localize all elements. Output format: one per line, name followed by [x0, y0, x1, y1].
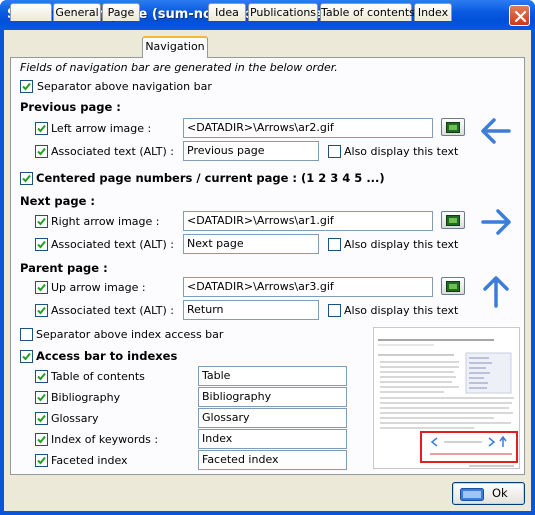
- tab-general[interactable]: General: [53, 3, 101, 21]
- index-row-label: Index of keywords :: [51, 433, 159, 446]
- separator-index-checkbox[interactable]: [20, 328, 33, 341]
- up-arrow-image-input[interactable]: <DATADIR>\Arrows\ar3.gif: [183, 277, 433, 297]
- up-arrow-checkbox[interactable]: [35, 281, 48, 294]
- ok-icon: [460, 488, 484, 501]
- left-arrow-browse-button[interactable]: [441, 118, 465, 136]
- page-preview-image: [373, 327, 520, 469]
- previous-alt-input[interactable]: Previous page: [183, 141, 319, 161]
- right-arrow-checkbox[interactable]: [35, 215, 48, 228]
- index-row-checkbox[interactable]: [35, 370, 48, 383]
- index-row-input[interactable]: Glossary: [198, 408, 347, 428]
- left-arrow-label: Left arrow image :: [51, 122, 152, 135]
- left-arrow-image-input[interactable]: <DATADIR>\Arrows\ar2.gif: [183, 118, 433, 138]
- previous-alt-label: Associated text (ALT) :: [51, 145, 174, 158]
- index-row-checkbox[interactable]: [35, 412, 48, 425]
- order-note: Fields of navigation bar are generated i…: [20, 61, 338, 74]
- parent-also-display-label: Also display this text: [344, 304, 459, 317]
- next-alt-checkbox[interactable]: [35, 238, 48, 251]
- tab-blank[interactable]: [10, 3, 52, 21]
- index-row-checkbox[interactable]: [35, 454, 48, 467]
- next-page-heading: Next page :: [20, 194, 95, 208]
- right-arrow-browse-button[interactable]: [441, 211, 465, 229]
- separator-index-label: Separator above index access bar: [36, 328, 224, 341]
- separator-nav-checkbox[interactable]: [20, 80, 33, 93]
- tab-page[interactable]: Page: [102, 3, 140, 21]
- tab-table-of-contents[interactable]: Table of contents: [320, 3, 415, 21]
- tab-label: Navigation: [145, 40, 205, 53]
- right-arrow-image-input[interactable]: <DATADIR>\Arrows\ar1.gif: [183, 211, 433, 231]
- index-row-input[interactable]: Table: [198, 366, 347, 386]
- dialog-window: Structure template (sum-november-2007.em…: [0, 0, 535, 515]
- previous-alt-checkbox[interactable]: [35, 145, 48, 158]
- close-button[interactable]: [509, 5, 530, 26]
- index-row-label: Faceted index: [51, 454, 128, 467]
- parent-also-display-checkbox[interactable]: [328, 304, 341, 317]
- index-row-label: Table of contents: [51, 370, 145, 383]
- index-row-checkbox[interactable]: [35, 433, 48, 446]
- parent-alt-label: Associated text (ALT) :: [51, 304, 174, 317]
- right-arrow-label: Right arrow image :: [51, 215, 160, 228]
- next-also-display-checkbox[interactable]: [328, 238, 341, 251]
- preview-illustration: [374, 328, 519, 468]
- tab-navigation[interactable]: Navigation: [142, 36, 208, 58]
- tab-idea[interactable]: Idea: [208, 3, 246, 21]
- parent-alt-checkbox[interactable]: [35, 304, 48, 317]
- index-row-input[interactable]: Faceted index: [198, 450, 347, 470]
- left-arrow-checkbox[interactable]: [35, 122, 48, 135]
- next-alt-label: Associated text (ALT) :: [51, 238, 174, 251]
- ok-label: Ok: [492, 486, 508, 500]
- parent-page-heading: Parent page :: [20, 261, 108, 275]
- previous-also-display-checkbox[interactable]: [328, 145, 341, 158]
- access-bar-checkbox[interactable]: [20, 350, 33, 363]
- access-bar-label: Access bar to indexes: [36, 349, 178, 363]
- centered-page-numbers-checkbox[interactable]: [20, 172, 33, 185]
- tab-label: Idea: [215, 6, 239, 19]
- up-arrow-icon: [483, 276, 509, 308]
- up-arrow-browse-button[interactable]: [441, 277, 465, 295]
- centered-page-numbers-label: Centered page numbers / current page : (…: [36, 171, 385, 185]
- tab-label: Page: [107, 6, 135, 19]
- image-icon: [446, 215, 460, 226]
- tab-publications[interactable]: Publications: [248, 3, 318, 21]
- tab-index[interactable]: Index: [414, 3, 452, 21]
- right-arrow-icon: [481, 209, 511, 235]
- parent-alt-input[interactable]: Return: [183, 300, 319, 320]
- close-icon: [514, 10, 527, 23]
- left-arrow-icon: [481, 118, 511, 144]
- image-icon: [446, 122, 460, 133]
- tab-label: Table of contents: [321, 6, 415, 19]
- separator-nav-label: Separator above navigation bar: [37, 80, 212, 93]
- tab-label: Publications: [249, 6, 317, 19]
- tab-label: General: [55, 6, 99, 19]
- next-alt-input[interactable]: Next page: [183, 234, 319, 254]
- image-icon: [446, 281, 460, 292]
- tab-label: Index: [417, 6, 449, 19]
- next-also-display-label: Also display this text: [344, 238, 459, 251]
- index-row-input[interactable]: Bibliography: [198, 387, 347, 407]
- index-row-label: Bibliography: [51, 391, 121, 404]
- index-row-checkbox[interactable]: [35, 391, 48, 404]
- previous-also-display-label: Also display this text: [344, 145, 459, 158]
- index-row-label: Glossary: [51, 412, 99, 425]
- index-row-input[interactable]: Index: [198, 429, 347, 449]
- ok-button[interactable]: Ok: [452, 482, 525, 505]
- previous-page-heading: Previous page :: [20, 100, 121, 114]
- up-arrow-label: Up arrow image :: [51, 281, 146, 294]
